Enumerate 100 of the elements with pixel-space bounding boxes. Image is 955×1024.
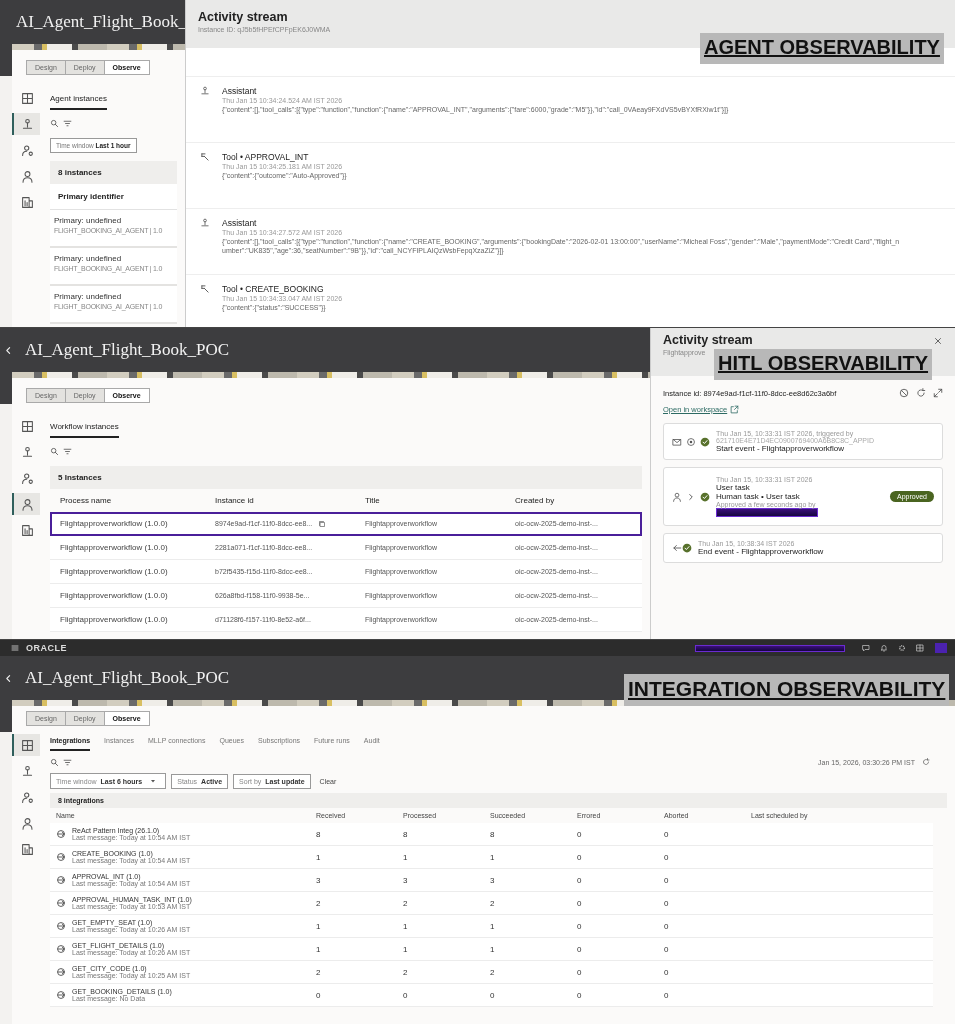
person-icon bbox=[20, 816, 34, 830]
filter-icon bbox=[63, 757, 72, 767]
document-icon bbox=[20, 842, 34, 856]
user-gear-icon bbox=[20, 790, 34, 804]
table-cell: 0 bbox=[577, 967, 582, 977]
grid-icon bbox=[20, 91, 34, 105]
table-cell: 0 bbox=[403, 990, 408, 1000]
chevron-right-icon bbox=[686, 491, 696, 502]
table-cell: 1 bbox=[490, 944, 495, 954]
primary-label: Primary: undefined bbox=[54, 254, 123, 263]
table-cell: 0 bbox=[664, 852, 669, 862]
panel-title: Activity stream bbox=[198, 10, 288, 24]
person-icon bbox=[20, 169, 34, 183]
table-cell: 2 bbox=[490, 898, 495, 908]
table-cell: 1 bbox=[316, 921, 321, 931]
integration-icon bbox=[56, 921, 66, 931]
filter-icon bbox=[63, 118, 72, 128]
table-cell: 0 bbox=[316, 990, 321, 1000]
column-header: Created by bbox=[514, 495, 556, 507]
column-header: Title bbox=[364, 495, 381, 507]
event-title: User task bbox=[716, 483, 751, 492]
table-cell: 2 bbox=[490, 967, 495, 977]
grid-icon bbox=[20, 419, 34, 433]
table-cell: 1 bbox=[490, 921, 495, 931]
table-cell: 0 bbox=[577, 990, 582, 1000]
table-cell: 1 bbox=[403, 852, 408, 862]
joystick-icon bbox=[200, 86, 210, 96]
table-cell: 2 bbox=[316, 967, 321, 977]
table-cell-text: Flightapproverworkflow (1.0.0) bbox=[59, 567, 169, 576]
joystick-icon bbox=[200, 218, 210, 228]
brand-logo: ORACLE bbox=[26, 643, 67, 653]
entry-role: Tool • APPROVAL_INT bbox=[222, 152, 310, 162]
table-cell: 1 bbox=[316, 944, 321, 954]
external-link-icon bbox=[730, 405, 740, 414]
table-cell: 3 bbox=[316, 875, 321, 885]
document-icon bbox=[20, 523, 34, 537]
table-cell: 1 bbox=[403, 944, 408, 954]
app-title: AI_Agent_Flight_Book_POC bbox=[25, 340, 230, 360]
table-cell: 1 bbox=[403, 921, 408, 931]
table-cell: 0 bbox=[490, 990, 495, 1000]
section-banner: INTEGRATION OBSERVABILITY bbox=[624, 674, 950, 706]
table-cell: 8 bbox=[316, 829, 321, 839]
grid-icon bbox=[916, 644, 924, 652]
table-cell: 0 bbox=[664, 898, 669, 908]
check-circle-icon bbox=[700, 491, 710, 502]
table-cell: 0 bbox=[577, 944, 582, 954]
table-cell: 1 bbox=[316, 852, 321, 862]
column-header: Instance id bbox=[214, 495, 255, 507]
table-cell: 0 bbox=[577, 829, 582, 839]
integration-icon bbox=[56, 829, 66, 839]
nav-item[interactable] bbox=[12, 734, 40, 756]
eye-icon bbox=[686, 436, 696, 447]
instance-count: 5 Instances bbox=[50, 466, 642, 489]
table-cell: 8 bbox=[490, 829, 495, 839]
table-cell: 2 bbox=[316, 898, 321, 908]
table-cell-text: Flightapproverworkflow (1.0.0) bbox=[59, 615, 169, 624]
nav-item[interactable] bbox=[12, 493, 40, 515]
check-circle-icon bbox=[682, 543, 692, 553]
event-title: Start event - Flightapproverworkflow bbox=[716, 444, 845, 453]
integration-icon bbox=[56, 990, 66, 1000]
integration-icon bbox=[56, 875, 66, 885]
table-cell: 1 bbox=[490, 852, 495, 862]
instance-count: 8 instances bbox=[50, 161, 177, 184]
integration-icon bbox=[56, 898, 66, 908]
table-cell-text: Flightapproverworkflow (1.0.0) bbox=[59, 519, 169, 528]
section-tab[interactable]: Workflow instances bbox=[50, 418, 119, 438]
filter-icon bbox=[63, 446, 72, 456]
app-title: AI_Agent_Flight_Book_POC bbox=[25, 668, 230, 688]
table-cell: 0 bbox=[664, 967, 669, 977]
bubble-icon bbox=[862, 644, 870, 652]
arrow-left-icon bbox=[672, 543, 682, 553]
back-icon bbox=[4, 345, 13, 355]
table-cell: 0 bbox=[577, 852, 582, 862]
table-cell: 3 bbox=[490, 875, 495, 885]
table-cell: 2 bbox=[403, 898, 408, 908]
table-cell-text: Flightapproverworkflow (1.0.0) bbox=[59, 591, 169, 600]
table-cell: 3 bbox=[403, 875, 408, 885]
search-icon bbox=[50, 118, 59, 128]
app-title: AI_Agent_Flight_Book_ bbox=[16, 12, 187, 32]
expand-icon bbox=[933, 388, 943, 398]
joystick-icon bbox=[20, 764, 34, 778]
nav-item[interactable] bbox=[12, 113, 40, 135]
section-banner: HITL OBSERVABILITY bbox=[714, 349, 933, 380]
section-tab[interactable]: Agent instances bbox=[50, 90, 107, 110]
table-cell: 0 bbox=[664, 875, 669, 885]
integration-icon bbox=[56, 852, 66, 862]
event-title: End event - Flightapproverworkflow bbox=[698, 547, 825, 556]
entry-role: Assistant bbox=[222, 86, 258, 96]
envelope-icon bbox=[672, 436, 682, 447]
entry-role: Assistant bbox=[222, 218, 258, 228]
table-cell: 0 bbox=[577, 875, 582, 885]
document-icon bbox=[20, 195, 34, 209]
entry-role: Tool • CREATE_BOOKING bbox=[222, 284, 325, 294]
section-banner: AGENT OBSERVABILITY bbox=[700, 33, 944, 64]
caret-icon bbox=[149, 777, 158, 785]
table-cell: 0 bbox=[664, 990, 669, 1000]
close-button[interactable] bbox=[933, 336, 943, 346]
table-cell: 0 bbox=[664, 921, 669, 931]
table-cell: 8 bbox=[403, 829, 408, 839]
column-header: Process name bbox=[59, 495, 113, 507]
